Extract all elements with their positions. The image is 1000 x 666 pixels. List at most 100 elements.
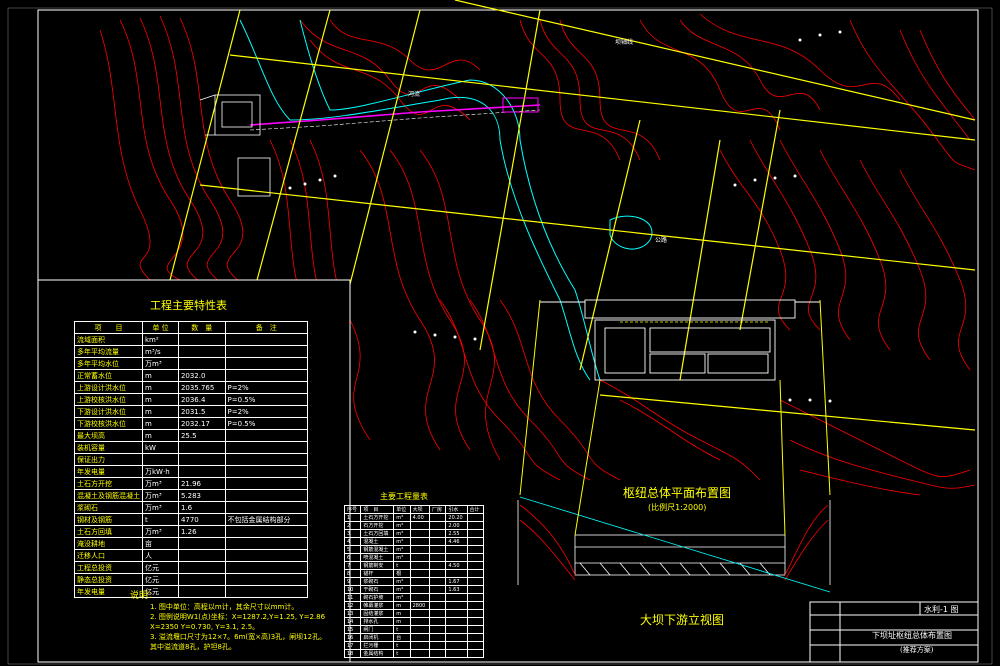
table-cell xyxy=(428,641,447,650)
table-row: 18 金属结构 t xyxy=(343,649,485,658)
drawing-name: 下坝址枢纽总体布置图 xyxy=(872,631,952,640)
quantities-table: 序号项 目单位 大坝 厂房 引水 合计 1 土石方开挖 m³ 4.00 20.20 2 石方开挖 m³ 2… xyxy=(343,505,485,658)
table-cell xyxy=(445,625,468,634)
table-cell xyxy=(428,521,447,530)
table-cell: 4.46 xyxy=(445,537,468,546)
table-row: 迁移人口人 xyxy=(74,549,309,562)
table-cell: 4.50 xyxy=(445,561,468,570)
table-cell: 引水 xyxy=(445,505,468,514)
table-cell: 钢筋制安 xyxy=(360,561,395,570)
table-cell xyxy=(466,577,485,586)
table-cell xyxy=(224,573,309,586)
table-cell xyxy=(428,513,447,522)
table-cell: 根 xyxy=(393,569,411,578)
table-cell xyxy=(142,453,179,466)
table-cell xyxy=(445,617,468,626)
table-cell: 1.26 xyxy=(177,525,226,538)
table-cell: 万m³ xyxy=(142,357,179,370)
table-cell: 21.96 xyxy=(177,477,226,490)
table-cell xyxy=(466,513,485,522)
table-row: 最大坝高 m 25.5 xyxy=(74,429,309,442)
table-cell: 混凝土及钢筋混凝土 xyxy=(74,489,143,502)
table-row: 4 混凝土 m³ 4.46 xyxy=(343,537,485,546)
table-cell: 1.6 xyxy=(177,501,226,514)
table-cell xyxy=(224,477,309,490)
table-row: 15 闸门 t xyxy=(343,625,485,634)
table-cell xyxy=(177,441,226,454)
table-cell xyxy=(466,593,485,602)
table-cell xyxy=(428,585,447,594)
table-cell: 不包括金属结构部分 xyxy=(224,513,309,526)
table-cell xyxy=(428,625,447,634)
map-label-river: 河流 xyxy=(408,91,421,98)
table-cell xyxy=(466,569,485,578)
table-cell: 3 xyxy=(343,529,362,538)
table-cell xyxy=(445,641,468,650)
table-cell xyxy=(224,537,309,550)
table-cell: 年发电量 xyxy=(74,465,143,478)
table-cell: t xyxy=(393,625,411,634)
table-cell: 2.00 xyxy=(445,521,468,530)
table-cell xyxy=(224,345,309,358)
table-cell: 正常蓄水位 xyxy=(74,369,143,382)
table-cell xyxy=(409,641,431,650)
table-cell: 万m³ xyxy=(142,489,179,502)
table-cell xyxy=(177,333,226,346)
table-cell xyxy=(428,529,447,538)
table-cell: 最大坝高 xyxy=(74,429,143,442)
table-cell: m³ xyxy=(393,529,411,538)
table-cell: 混凝土 xyxy=(360,537,395,546)
table-row: 11 砌石护坡 m³ xyxy=(343,593,485,602)
table-cell: 12 xyxy=(343,601,362,610)
table-row: 14 排水孔 m xyxy=(343,617,485,626)
table-row: 12 帷幕灌浆 m 2800 xyxy=(343,601,485,610)
table-cell: 多年平均水位 xyxy=(74,357,143,370)
note-line: 2. 图例说明W1(点)坐标：X=1287.2,Y=1.25, Y=2.86 xyxy=(150,613,326,621)
table-row: 下游校核洪水位 m 2032.17 P=0.5% xyxy=(74,417,309,430)
table-cell xyxy=(224,549,309,562)
table-cell: 14 xyxy=(343,617,362,626)
table-cell: m xyxy=(142,429,179,442)
table-cell xyxy=(466,521,485,530)
table-cell xyxy=(177,357,226,370)
table-row: 土石方回填 万m³ 1.26 xyxy=(74,525,309,538)
table-cell xyxy=(428,633,447,642)
table-cell xyxy=(428,649,447,658)
table-cell: m xyxy=(393,609,411,618)
table-cell: 单 位 xyxy=(142,321,179,334)
table-cell: 6 xyxy=(343,553,362,562)
table-cell: 闸门 xyxy=(360,625,395,634)
table-cell: m³ xyxy=(393,537,411,546)
table-cell: 5 xyxy=(343,545,362,554)
note-line: X=2350 Y=0.730, Y=3.1, 2.5。 xyxy=(150,623,260,631)
map-label-axis: 坝轴线 xyxy=(615,39,634,46)
table-cell xyxy=(428,545,447,554)
table-cell: 2036.4 xyxy=(177,393,226,406)
table-cell xyxy=(409,521,431,530)
table-cell: 1.63 xyxy=(445,585,468,594)
table-cell: 2032.0 xyxy=(177,369,226,382)
table-cell: 4.00 xyxy=(409,513,431,522)
table-cell: 1.67 xyxy=(445,577,468,586)
table-cell xyxy=(409,649,431,658)
table-cell xyxy=(409,545,431,554)
table-cell xyxy=(466,553,485,562)
table-cell: 土石方开挖 xyxy=(360,513,395,522)
table-cell xyxy=(177,345,226,358)
table-cell xyxy=(224,561,309,574)
table-cell: km² xyxy=(142,333,179,346)
table-row: 13 固结灌浆 m xyxy=(343,609,485,618)
table-cell: 项 目 xyxy=(74,321,143,334)
table-cell xyxy=(177,465,226,478)
table-cell xyxy=(466,625,485,634)
table-cell xyxy=(409,593,431,602)
table-cell xyxy=(409,553,431,562)
table-cell xyxy=(466,617,485,626)
table-cell xyxy=(409,577,431,586)
table-cell: m³/s xyxy=(142,345,179,358)
map-label-road: 公路 xyxy=(655,237,668,244)
table-cell: 2032.17 xyxy=(177,417,226,430)
note-line: 1. 图中单位：高程以m计，其余尺寸以mm计。 xyxy=(150,603,299,611)
table-cell xyxy=(428,617,447,626)
powerhouse-plan xyxy=(199,94,271,197)
